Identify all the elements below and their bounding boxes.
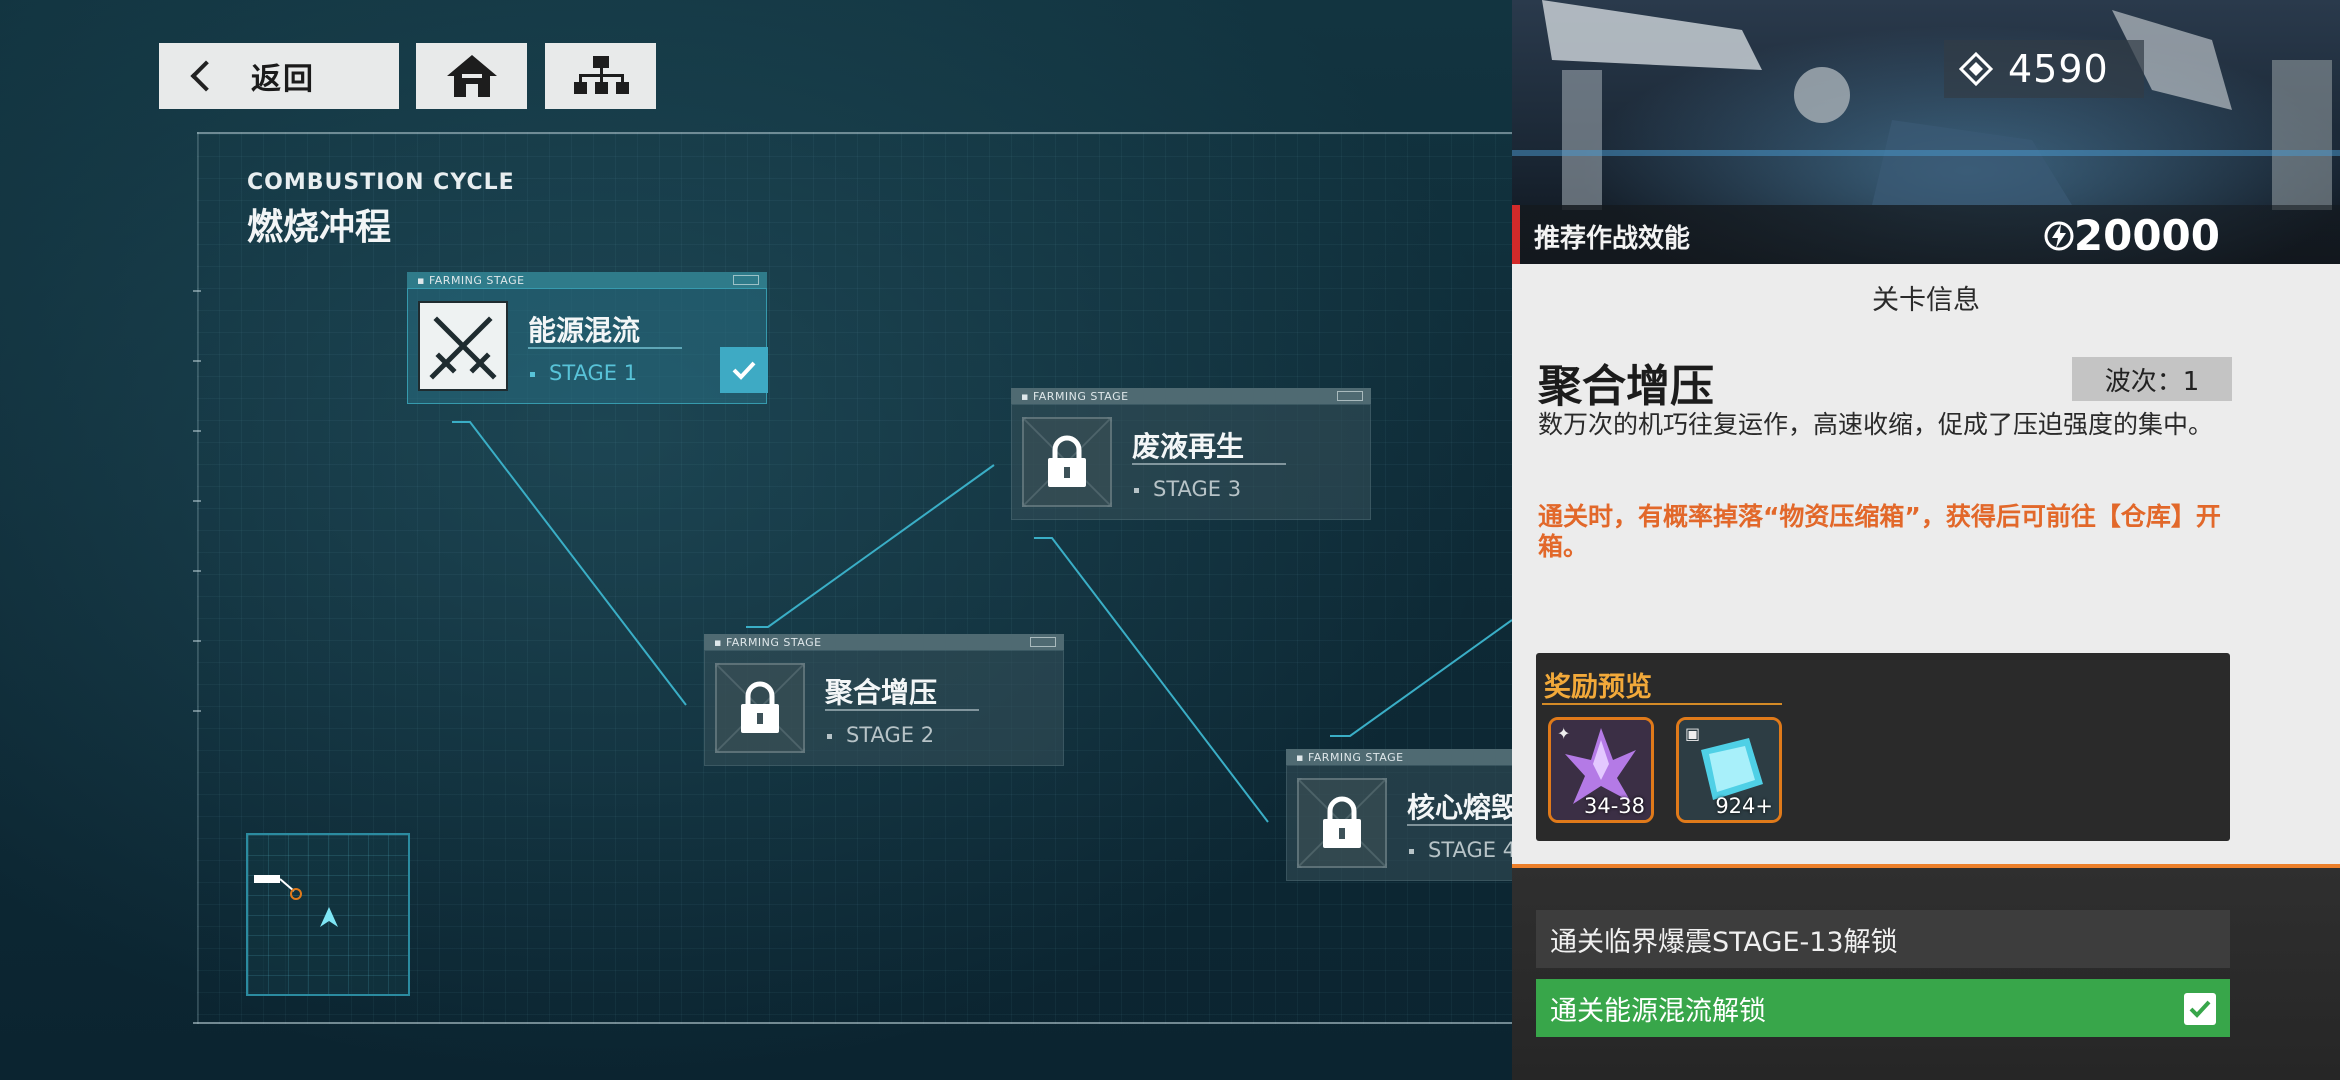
recommended-power: 20000 (2044, 211, 2220, 260)
currency-icon (1958, 51, 1994, 87)
minimap[interactable] (246, 833, 410, 996)
lock-icon (715, 663, 805, 753)
recommended-power-label: 推荐作战效能 (1534, 224, 1691, 254)
currency-display: 4590 (1944, 40, 2144, 98)
unlock-condition-1: 通关临界爆震STAGE-13解锁 (1536, 910, 2230, 968)
lock-icon (1022, 417, 1112, 507)
stage-name: 核心熔毁 (1407, 791, 1512, 824)
recommended-power-value: 20000 (2073, 211, 2220, 260)
item-type-icon: ▣ (1685, 724, 1701, 743)
unlock-conditions-area (1512, 868, 2340, 1080)
stage-tag: ▪ FARMING STAGE (407, 272, 767, 288)
stage-card-1[interactable]: ▪ FARMING STAGE 能源混流 STAGE 1 (407, 272, 768, 404)
divider (1132, 463, 1286, 465)
reward-count: 34-38 (1583, 794, 1645, 818)
cleared-check-icon (720, 347, 768, 393)
condition-text: 通关能源混流解锁 (1550, 995, 1766, 1027)
reward-preview: 奖励预览 ✦ 34-38 ▣ 924+ (1536, 653, 2230, 841)
unlock-condition-2: 通关能源混流解锁 (1536, 979, 2230, 1037)
stage-tree-button[interactable] (545, 43, 656, 109)
chevron-left-icon (190, 60, 222, 92)
minimap-markers (254, 875, 338, 927)
stage-title: 聚合增压 (1538, 361, 1714, 412)
stage-description: 数万次的机巧往复运作，高速收缩，促成了压迫强度的集中。 (1538, 410, 2214, 439)
reward-item-crystal[interactable]: ✦ 34-38 (1548, 717, 1654, 823)
stage-tag: ▪ FARMING STAGE (704, 634, 1064, 650)
power-bolt-icon (2044, 221, 2074, 250)
stage-connectors (452, 421, 1512, 823)
reward-count: 924+ (1715, 794, 1773, 818)
connector-4-next (1330, 619, 1512, 737)
home-icon (446, 55, 497, 97)
item-type-icon: ✦ (1557, 724, 1571, 743)
currency-value: 4590 (2008, 47, 2109, 91)
chapter-title-en: COMBUSTION CYCLE (247, 170, 515, 195)
crossed-swords-icon (418, 301, 508, 391)
home-button[interactable] (416, 43, 527, 109)
stage-map[interactable]: 返回 COMBUSTION CYCLE 燃烧冲程 ▪ FARMING STAGE (0, 0, 1512, 1080)
checkmark-icon (2184, 993, 2216, 1025)
chapter-title-zh: 燃烧冲程 (247, 207, 392, 248)
reward-preview-title: 奖励预览 (1544, 672, 1652, 703)
condition-text: 通关临界爆震STAGE-13解锁 (1550, 926, 1898, 958)
accent-stripe (1512, 205, 1520, 264)
drop-note: 通关时，有概率掉落“物资压缩箱”，获得后可前往【仓库】开箱。 (1538, 502, 2221, 561)
reward-item-chip[interactable]: ▣ 924+ (1676, 717, 1782, 823)
divider (825, 709, 979, 711)
divider (1407, 824, 1512, 826)
recommended-power-bar: 推荐作战效能 20000 (1512, 205, 2340, 264)
stage-card-4[interactable]: ▪ FARMING STAGE 核心熔毁 STAGE 4 (1286, 749, 1512, 881)
connector-1-2 (452, 421, 687, 706)
stage-number: STAGE 3 (1134, 477, 1241, 501)
connector-3-4 (1034, 537, 1269, 823)
stage-name: 废液再生 (1132, 430, 1245, 463)
stage-number: STAGE 4 (1409, 838, 1512, 862)
stage-banner-image: 4590 推荐作战效能 20000 (1512, 0, 2340, 264)
divider (1542, 703, 1782, 705)
stage-tag: ▪ FARMING STAGE (1286, 749, 1512, 765)
stage-info-panel: 4590 推荐作战效能 20000 关卡信息 聚合增压 波次：1 数万次的机巧往… (1512, 0, 2340, 1080)
stage-card-3[interactable]: ▪ FARMING STAGE 废液再生 STAGE 3 (1011, 388, 1371, 520)
stage-info-title: 关卡信息 (1872, 285, 1980, 316)
stage-name: 能源混流 (528, 314, 641, 347)
back-button[interactable]: 返回 (159, 43, 399, 109)
stage-name: 聚合增压 (825, 676, 938, 709)
lock-icon (1297, 778, 1387, 868)
back-label: 返回 (251, 62, 315, 97)
stage-card-2[interactable]: ▪ FARMING STAGE 聚合增压 STAGE 2 (704, 634, 1064, 766)
connector-2-3 (746, 464, 995, 628)
divider (528, 347, 682, 349)
stage-number: STAGE 2 (827, 723, 934, 747)
stage-number: STAGE 1 (530, 361, 637, 385)
wave-badge: 波次：1 (2072, 357, 2232, 401)
stage-tag: ▪ FARMING STAGE (1011, 388, 1371, 404)
hierarchy-icon (573, 56, 629, 94)
